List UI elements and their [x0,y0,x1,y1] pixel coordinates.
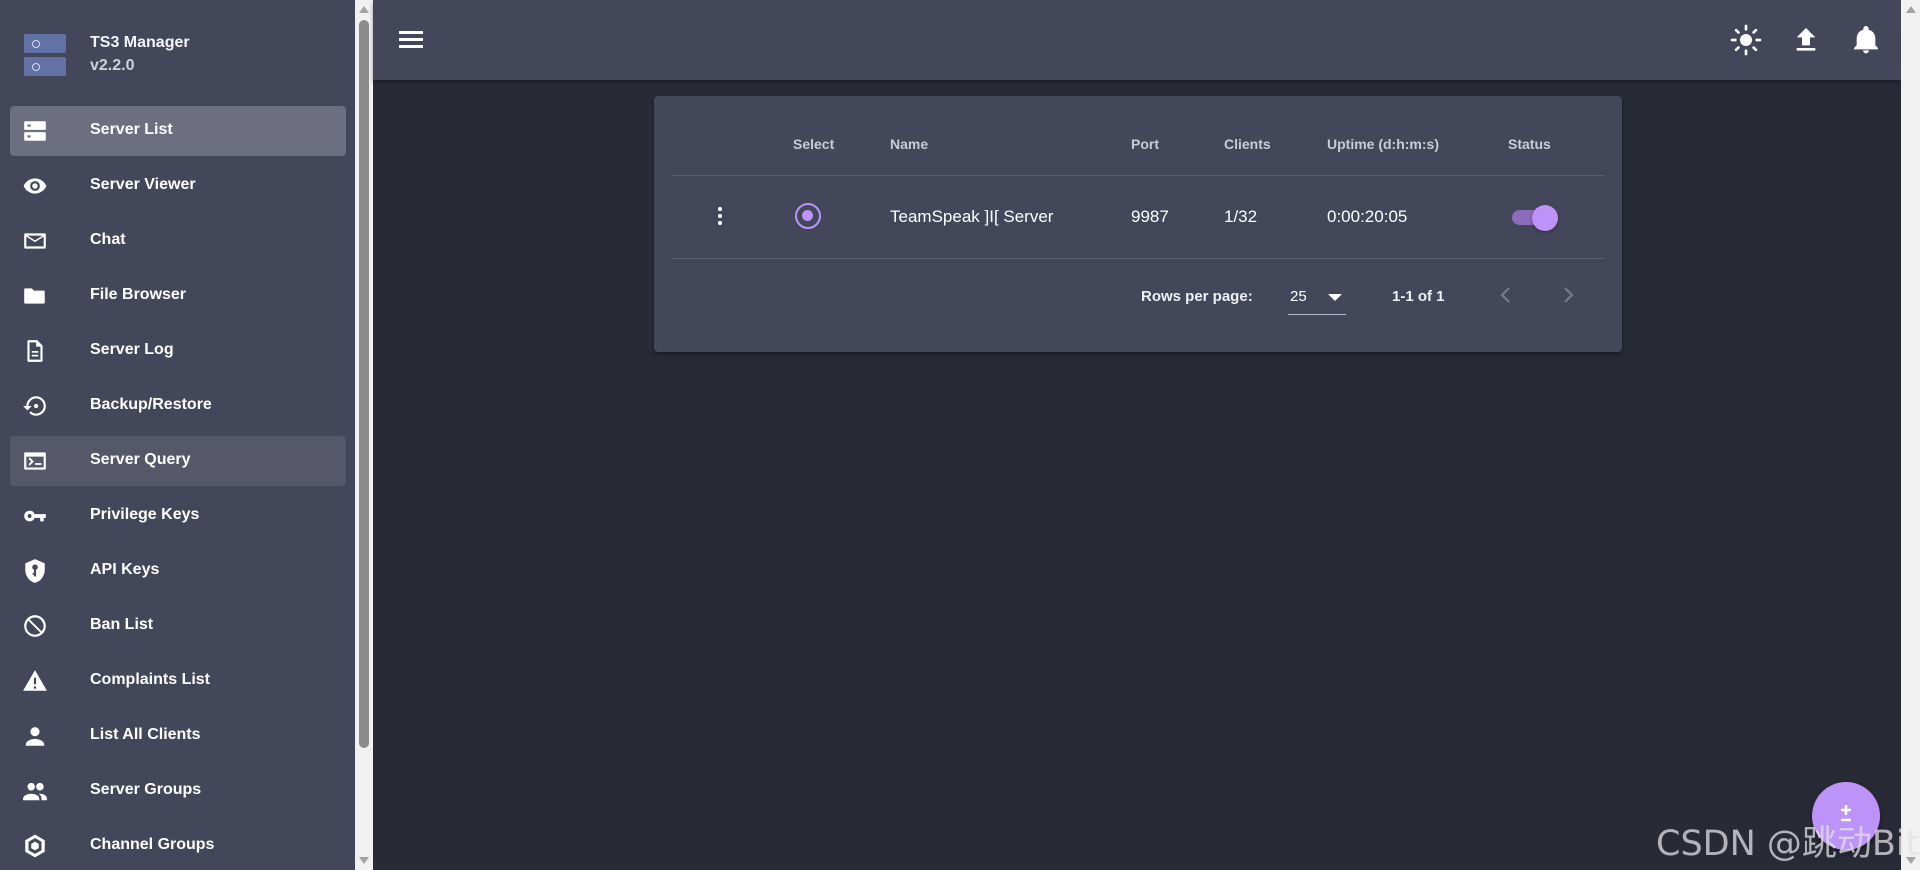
watermark: CSDN @跳动Bit [1656,824,1920,864]
page-scrollbar[interactable] [1901,0,1920,870]
server-list-icon [22,118,48,144]
theme-sun-icon[interactable] [1730,24,1762,56]
warning-icon [22,668,48,694]
console-icon [22,448,48,474]
sidebar-item-label: Server Groups [90,781,202,798]
chevron-right-icon [1564,287,1574,303]
scroll-down-arrow-icon[interactable] [359,857,369,864]
server-table-card: Select Name Port Clients Uptime (d:h:m:s… [654,96,1622,352]
document-icon [22,338,48,364]
server-select-radio[interactable] [795,203,821,229]
sidebar-item-chat[interactable]: Chat [10,216,346,266]
menu-icon[interactable] [397,28,425,52]
scroll-up-arrow-icon[interactable] [359,6,369,13]
column-header-select: Select [793,136,835,152]
bell-icon[interactable] [1850,24,1882,56]
sidebar-item-list-all-clients[interactable]: List All Clients [10,711,346,761]
column-header-status[interactable]: Status [1508,136,1551,152]
person-icon [22,723,48,749]
column-header-name[interactable]: Name [890,136,928,152]
sidebar-item-complaints-list[interactable]: Complaints List [10,656,346,706]
key-icon [22,503,48,529]
sidebar-item-label: Backup/Restore [90,396,212,413]
sidebar-item-server-groups[interactable]: Server Groups [10,766,346,816]
scrollbar-thumb[interactable] [359,20,369,748]
sidebar-item-backup-restore[interactable]: Backup/Restore [10,381,346,431]
sidebar-item-label: Ban List [90,616,154,633]
sidebar-item-server-log[interactable]: Server Log [10,326,346,376]
backup-restore-icon [22,393,48,419]
server-port: 9987 [1131,207,1169,226]
server-name: TeamSpeak ]I[ Server [890,207,1054,226]
server-status-toggle[interactable] [1508,204,1560,231]
sidebar-item-label: Server Query [90,451,191,468]
channel-groups-icon [22,833,48,859]
sidebar-scrollbar[interactable] [355,0,373,870]
sidebar-item-file-browser[interactable]: File Browser [10,271,346,321]
sidebar-item-ban-list[interactable]: Ban List [10,601,346,651]
sidebar-item-server-query[interactable]: Server Query [10,436,346,486]
group-icon [22,778,48,804]
sidebar-item-api-keys[interactable]: API Keys [10,546,346,596]
rows-per-page-label: Rows per page: [1141,288,1253,305]
sidebar: TS3 Manager v2.2.0 Server List Server Vi… [0,0,355,870]
more-options-icon[interactable] [712,204,728,230]
server-clients: 1/32 [1224,207,1258,226]
ban-icon [22,613,48,639]
sidebar-item-server-viewer[interactable]: Server Viewer [10,161,346,211]
app-bar [373,0,1901,80]
sidebar-item-label: API Keys [90,561,160,578]
header-divider [672,175,1604,176]
sidebar-item-label: Channel Groups [90,836,215,853]
eye-icon [22,173,48,199]
pagination-range: 1-1 of 1 [1392,288,1445,305]
upload-icon[interactable] [1790,24,1822,56]
app-version: v2.2.0 [90,57,135,74]
caret-down-icon [1328,294,1342,301]
row-divider [672,258,1604,259]
server-logo-icon [24,34,66,78]
sidebar-item-label: Chat [90,231,126,248]
brand: TS3 Manager v2.2.0 [0,0,355,100]
sidebar-item-channel-groups[interactable]: Channel Groups [10,821,346,870]
server-uptime: 0:00:20:05 [1327,207,1408,226]
sidebar-item-label: List All Clients [90,726,201,743]
column-header-uptime[interactable]: Uptime (d:h:m:s) [1327,136,1439,152]
app-title: TS3 Manager [90,34,190,51]
shield-key-icon [22,558,48,584]
rows-per-page-value: 25 [1290,288,1307,305]
sidebar-item-label: Complaints List [90,671,211,688]
chevron-left-icon [1500,287,1510,303]
scroll-up-arrow-icon[interactable] [1906,6,1916,13]
column-header-clients[interactable]: Clients [1224,136,1271,152]
sidebar-item-privilege-keys[interactable]: Privilege Keys [10,491,346,541]
next-page-button[interactable] [1556,283,1580,307]
sidebar-item-label: Privilege Keys [90,506,200,523]
rows-per-page-select[interactable]: 25 [1288,279,1346,315]
sidebar-item-server-list[interactable]: Server List [10,106,346,156]
prev-page-button[interactable] [1494,283,1518,307]
sidebar-item-label: File Browser [90,286,187,303]
sidebar-item-label: Server Viewer [90,176,196,193]
sidebar-item-label: Server Log [90,341,174,358]
envelope-icon [22,228,48,254]
folder-icon [22,283,48,309]
sidebar-item-label: Server List [90,121,173,138]
column-header-port[interactable]: Port [1131,136,1159,152]
